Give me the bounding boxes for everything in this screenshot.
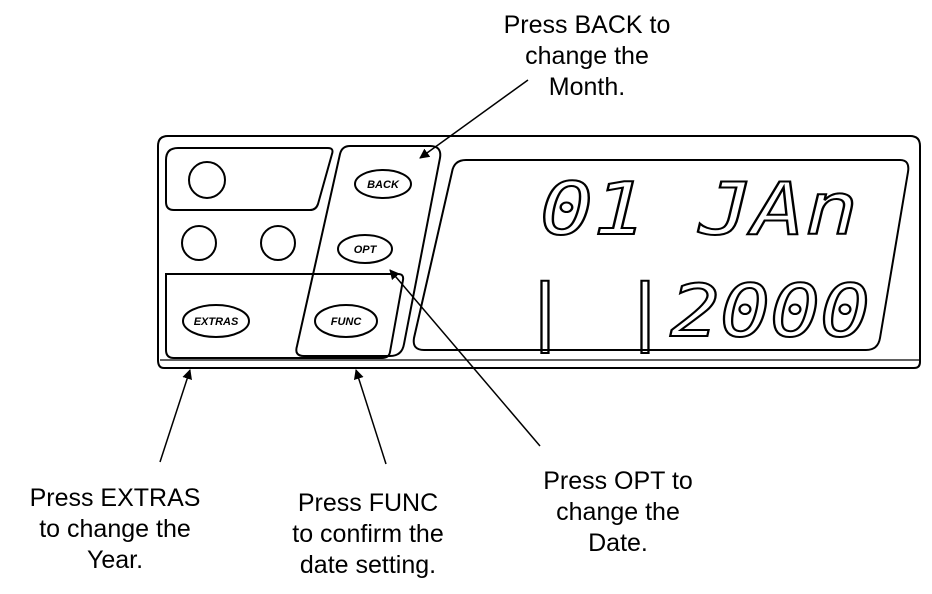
opt-callout-line-1: Press OPT to bbox=[543, 467, 693, 495]
func-button[interactable]: FUNC bbox=[314, 304, 378, 338]
func-button-label: FUNC bbox=[331, 316, 363, 328]
extras-callout: Press EXTRAS to change the Year. bbox=[0, 483, 230, 576]
lcd-top-line: 01 JAn bbox=[540, 167, 858, 251]
round-key-top[interactable] bbox=[188, 161, 226, 199]
opt-callout-arrow bbox=[389, 269, 541, 447]
back-callout: Press BACK to change the Month. bbox=[462, 10, 712, 103]
opt-callout-line-3: Date. bbox=[588, 529, 648, 557]
diagram: BACK OPT EXTRAS FUNC 01 JAn | |2000 Pres… bbox=[0, 0, 932, 594]
func-callout-line-3: date setting. bbox=[299, 551, 437, 579]
opt-button[interactable]: OPT bbox=[337, 234, 393, 264]
func-callout: Press FUNC to confirm the date setting. bbox=[268, 488, 468, 581]
func-callout-arrow bbox=[353, 369, 387, 465]
func-callout-line-2: to confirm the bbox=[292, 520, 444, 548]
round-key-left[interactable] bbox=[181, 225, 217, 261]
back-button-label: BACK bbox=[367, 179, 400, 191]
back-button[interactable]: BACK bbox=[354, 169, 412, 199]
back-callout-line-3: Month. bbox=[548, 73, 626, 101]
back-callout-line-2: change the bbox=[525, 42, 649, 70]
extras-button-label: EXTRAS bbox=[194, 316, 239, 328]
back-callout-line-1: Press BACK to bbox=[503, 11, 671, 39]
opt-callout: Press OPT to change the Date. bbox=[503, 466, 733, 559]
lcd-bottom-line: | |2000 bbox=[520, 269, 870, 354]
keypad-upper-box bbox=[165, 147, 334, 211]
extras-button[interactable]: EXTRAS bbox=[182, 304, 250, 338]
extras-callout-line-3: Year. bbox=[86, 546, 144, 574]
opt-callout-line-2: change the bbox=[556, 498, 680, 526]
opt-button-label: OPT bbox=[354, 244, 378, 256]
func-callout-line-1: Press FUNC bbox=[297, 489, 439, 517]
extras-callout-line-1: Press EXTRAS bbox=[29, 484, 201, 512]
round-key-right[interactable] bbox=[260, 225, 296, 261]
extras-callout-arrow bbox=[159, 369, 192, 463]
extras-callout-line-2: to change the bbox=[39, 515, 191, 543]
